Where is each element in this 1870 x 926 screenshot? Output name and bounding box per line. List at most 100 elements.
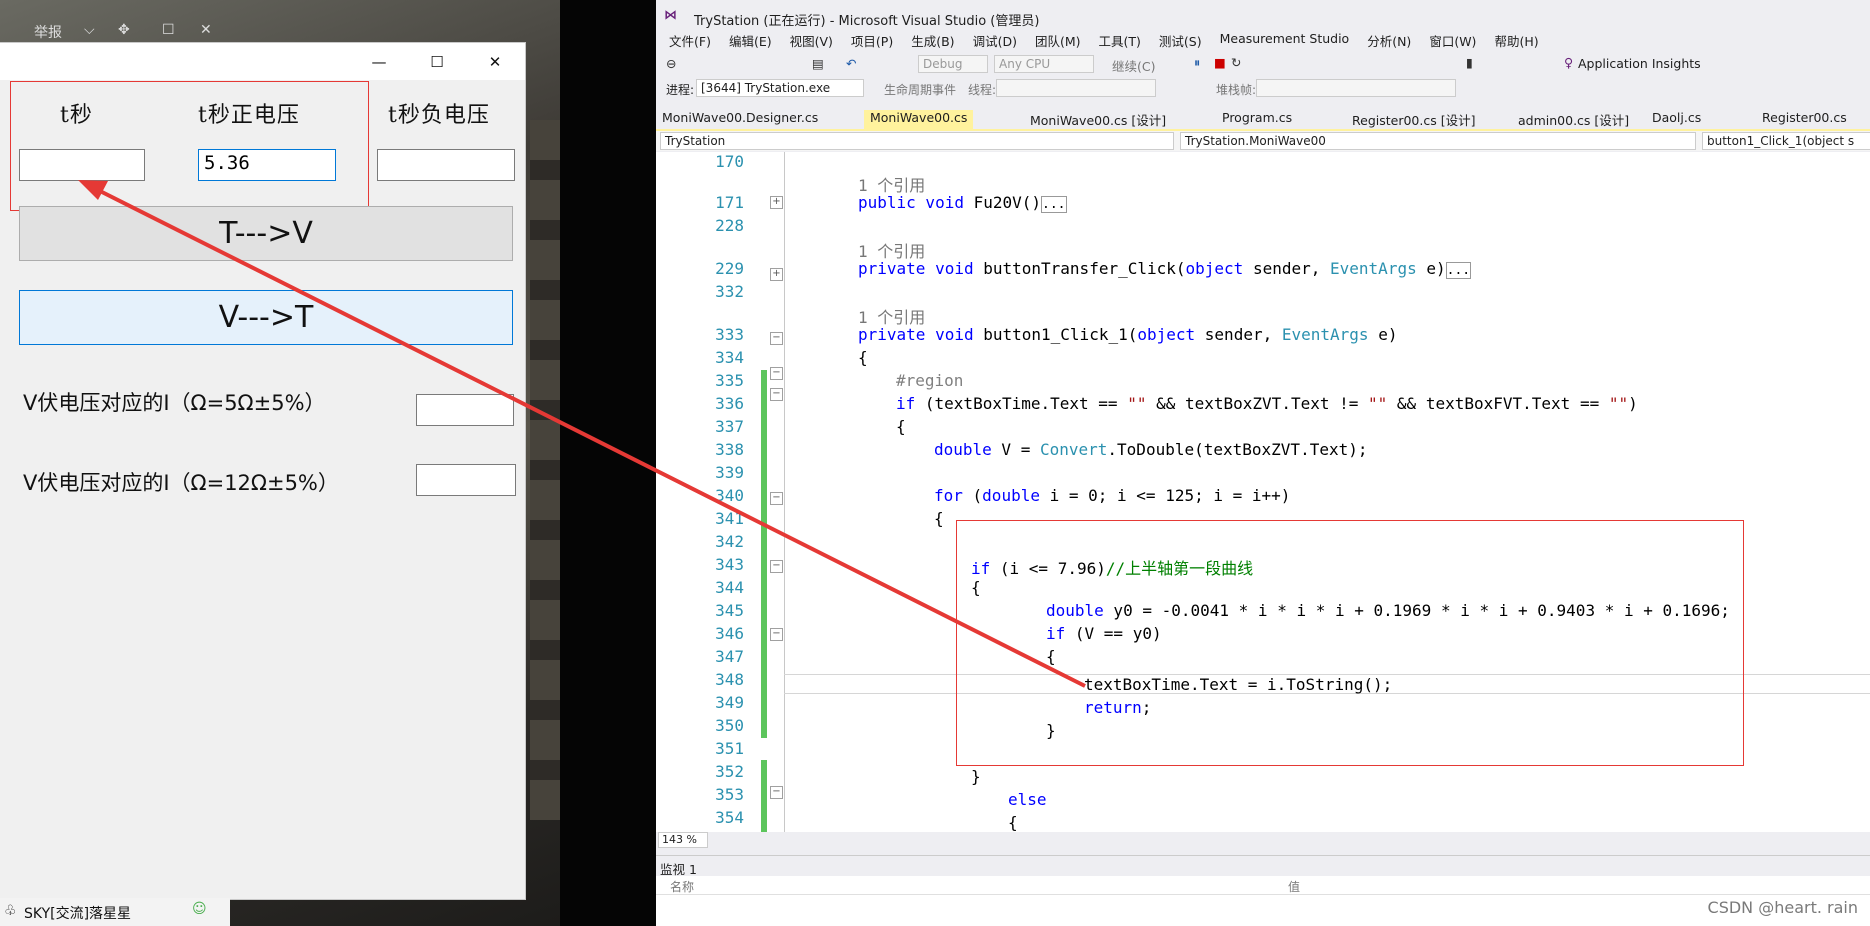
code-line: } [971, 767, 981, 786]
fold-collapse-icon[interactable]: − [770, 388, 783, 401]
menu-item[interactable]: 生成(B) [902, 31, 963, 51]
stack-frame-combo[interactable] [1256, 79, 1456, 97]
maximize-icon[interactable]: ☐ [162, 22, 175, 38]
stack-frame-label: 堆栈帧: [1216, 83, 1257, 97]
fold-collapse-icon[interactable]: − [770, 560, 783, 573]
code-line: double V = Convert.ToDouble(textBoxZVT.T… [934, 440, 1368, 459]
code-line: if (textBoxTime.Text == "" && textBoxZVT… [896, 394, 1638, 413]
watch-col-name[interactable]: 名称 [670, 878, 694, 895]
code-line: { [858, 348, 868, 367]
fold-expand-icon[interactable]: + [770, 196, 783, 209]
menu-item[interactable]: 项目(P) [842, 31, 902, 51]
tab-label: Register00.cs [设计] [1352, 113, 1476, 128]
close-icon[interactable]: ✕ [466, 43, 524, 80]
line-number: 340 [715, 486, 744, 505]
menu-item[interactable]: 编辑(E) [720, 31, 781, 51]
menu-item[interactable]: 窗口(W) [1420, 31, 1485, 51]
thread-combo[interactable] [996, 79, 1156, 97]
textbox-fvt[interactable] [377, 149, 515, 181]
pause-icon[interactable]: ⏸ [1194, 55, 1200, 71]
fold-collapse-icon[interactable]: − [770, 492, 783, 505]
vs-toolbar: ⊖ ▤ ↶ Debug Any CPU 继续(C) ⏸ ■ ↻ ▮ ♀ Appl… [656, 52, 1870, 76]
editor-statusbar: 143 % [656, 832, 1870, 848]
report-link[interactable]: 举报 [34, 22, 62, 42]
fold-expand-icon[interactable]: + [770, 268, 783, 281]
line-number: 343 [715, 555, 744, 574]
menu-item[interactable]: 团队(M) [1026, 31, 1090, 51]
save-all-icon[interactable]: ▤ [812, 56, 824, 71]
tab-label: admin00.cs [设计] [1518, 113, 1630, 128]
tab-document[interactable]: Daolj.cs [1652, 110, 1701, 129]
line-number: 332 [715, 282, 744, 301]
line-number: 342 [715, 532, 744, 551]
back-icon[interactable]: ⊖ [666, 56, 676, 71]
vs-logo-icon: ⋈ [664, 8, 677, 23]
vs-menubar: 文件(F) 编辑(E) 视图(V) 项目(P) 生成(B) 调试(D) 团队(M) 工具(T)… [660, 31, 1548, 51]
chevron-down-icon[interactable]: ⌵ [84, 22, 95, 38]
tab-document[interactable]: Register00.cs [1762, 110, 1847, 129]
button-t-to-v[interactable]: T--->V [19, 206, 513, 261]
menu-item[interactable]: 调试(D) [964, 31, 1026, 51]
tab-document[interactable]: Program.cs [1222, 110, 1292, 129]
undo-icon[interactable]: ↶ [846, 56, 856, 71]
label-current-12ohm: V伏电压对应的I（Ω=12Ω±5%） [23, 471, 339, 495]
taskbar-item[interactable]: ♧ SKY[交流]落星星 ☺ [0, 898, 230, 926]
app-icon: ♧ [4, 903, 17, 919]
fold-collapse-icon[interactable]: − [770, 367, 783, 380]
platform-combo[interactable]: Any CPU [994, 55, 1094, 73]
watch-col-value[interactable]: 值 [1288, 878, 1300, 895]
member-combo[interactable]: button1_Click_1(object s [1702, 132, 1870, 150]
code-editor[interactable]: 170 171 228 229 332 333 334 335 336 337 338 339 340 3… [656, 152, 1870, 832]
continue-button[interactable]: 继续(C) [1112, 56, 1155, 75]
line-number: 334 [715, 348, 744, 367]
tab-document[interactable]: MoniWave00.cs [设计] [1030, 110, 1166, 129]
fold-collapse-icon[interactable]: − [770, 628, 783, 641]
line-number: 333 [715, 325, 744, 344]
lifecycle-events[interactable]: 生命周期事件 [884, 81, 956, 98]
minimize-icon[interactable]: — [350, 43, 408, 80]
menu-item[interactable]: 视图(V) [781, 31, 842, 51]
tab-document[interactable]: MoniWave00.cs [864, 110, 974, 129]
bookmark-icon[interactable]: ▮ [1466, 55, 1473, 70]
label-t-negative-voltage: t秒负电压 [388, 103, 490, 128]
menu-item[interactable]: 分析(N) [1358, 31, 1420, 51]
menu-item[interactable]: 测试(S) [1150, 31, 1211, 51]
textbox-current-12ohm[interactable] [416, 464, 516, 496]
fold-collapse-icon[interactable]: − [770, 786, 783, 799]
tab-label: Daolj.cs [1652, 110, 1702, 125]
textbox-current-5ohm[interactable] [416, 394, 514, 426]
line-number: 228 [715, 216, 744, 235]
tab-document[interactable]: admin00.cs [设计] [1518, 110, 1629, 129]
menu-item[interactable]: 帮助(H) [1485, 31, 1547, 51]
watch-window: 监视 1 名称 值 [656, 855, 1870, 926]
zoom-combo[interactable]: 143 % [658, 832, 708, 848]
restart-icon[interactable]: ↻ [1231, 55, 1241, 70]
line-number: 351 [715, 739, 744, 758]
winform-window: — ☐ ✕ t秒 t秒正电压 t秒负电压 5.36 T--->V V--->T … [0, 42, 526, 900]
code-line: public void Fu20V()... [858, 193, 1067, 213]
line-number: 341 [715, 509, 744, 528]
line-number: 336 [715, 394, 744, 413]
pin-icon[interactable]: ✥ [118, 22, 130, 38]
button-v-to-t[interactable]: V--->T [19, 290, 513, 345]
project-combo[interactable]: TryStation [660, 132, 1174, 150]
menu-item[interactable]: 文件(F) [660, 31, 720, 51]
stop-icon[interactable]: ■ [1214, 55, 1226, 70]
maximize-icon[interactable]: ☐ [408, 43, 466, 80]
app-insights-button[interactable]: Application Insights [1578, 56, 1701, 71]
tab-document[interactable]: MoniWave00.Designer.cs [662, 110, 818, 129]
fold-collapse-icon[interactable]: − [770, 332, 783, 345]
close-icon[interactable]: ✕ [200, 22, 212, 38]
config-combo[interactable]: Debug [918, 55, 988, 73]
navigation-bar: TryStation TryStation.MoniWave00 button1… [656, 131, 1870, 151]
menu-item[interactable]: Measurement Studio [1211, 31, 1359, 51]
tab-document[interactable]: Register00.cs [设计] [1352, 110, 1475, 129]
line-number: 345 [715, 601, 744, 620]
menu-item[interactable]: 工具(T) [1090, 31, 1150, 51]
line-number: 352 [715, 762, 744, 781]
document-tabs: MoniWave00.Designer.cs MoniWave00.cs MoniW… [656, 108, 1870, 131]
class-combo[interactable]: TryStation.MoniWave00 [1180, 132, 1696, 150]
line-number: 347 [715, 647, 744, 666]
line-number: 353 [715, 785, 744, 804]
process-combo[interactable]: [3644] TryStation.exe [696, 79, 864, 97]
